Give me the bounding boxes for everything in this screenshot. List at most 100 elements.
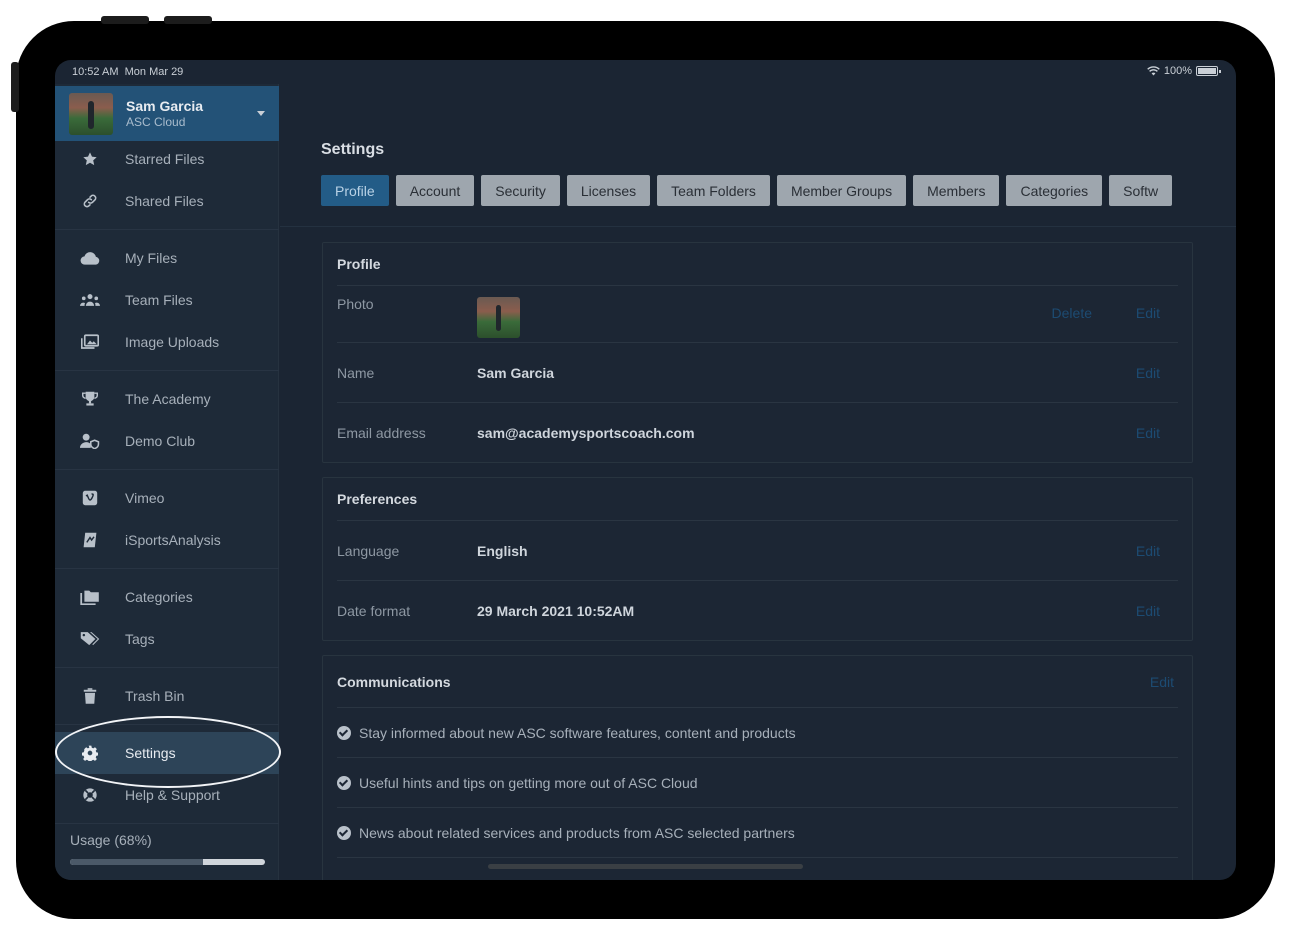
profile-card: Profile Photo Delete Edit Name Sam Garci… [322, 242, 1193, 463]
language-value: English [477, 542, 528, 559]
language-row: Language English Edit [337, 521, 1178, 581]
check-circle-icon [337, 725, 351, 740]
account-subtitle: ASC Cloud [126, 115, 186, 129]
delete-photo-button[interactable]: Delete [1052, 305, 1092, 321]
battery-icon [1196, 66, 1221, 76]
usage-label: Usage (68%) [70, 832, 152, 848]
screen: 10:52 AM Mon Mar 29 100% Sam Garcia ASC … [55, 60, 1236, 880]
user-shield-icon [55, 433, 125, 449]
divider [55, 469, 279, 470]
profile-heading: Profile [337, 243, 1178, 286]
check-circle-icon [337, 825, 351, 840]
tab-profile[interactable]: Profile [321, 175, 389, 206]
tags-icon [55, 631, 125, 647]
communication-option[interactable]: Useful hints and tips on getting more ou… [337, 758, 1178, 808]
sidebar-item-vimeo[interactable]: Vimeo [55, 477, 279, 519]
date-format-row: Date format 29 March 2021 10:52AM Edit [337, 581, 1178, 640]
wifi-icon [1147, 66, 1160, 76]
hardware-button [11, 62, 19, 112]
photo-label: Photo [337, 296, 374, 312]
communication-option[interactable]: Stay informed about new ASC software fea… [337, 708, 1178, 758]
name-row: Name Sam Garcia Edit [337, 343, 1178, 403]
battery-percent: 100% [1163, 65, 1192, 77]
scroll-indicator[interactable] [488, 864, 803, 869]
sidebar-item-the-academy[interactable]: The Academy [55, 378, 279, 420]
divider [55, 229, 279, 230]
date-format-label: Date format [337, 602, 411, 619]
divider [55, 568, 279, 569]
date-format-value: 29 March 2021 10:52AM [477, 602, 635, 619]
account-switcher[interactable]: Sam Garcia ASC Cloud [55, 86, 279, 141]
sidebar-item-demo-club[interactable]: Demo Club [55, 420, 279, 462]
link-icon [55, 193, 125, 209]
preferences-card: Preferences Language English Edit Date f… [322, 477, 1193, 641]
isports-icon [55, 532, 125, 548]
sidebar-item-team-files[interactable]: Team Files [55, 279, 279, 321]
status-bar: 10:52 AM Mon Mar 29 100% [55, 60, 1236, 84]
sidebar-item-settings[interactable]: Settings [55, 732, 279, 774]
name-label: Name [337, 364, 375, 381]
tab-security[interactable]: Security [481, 175, 560, 206]
edit-language-button[interactable]: Edit [1136, 543, 1160, 559]
divider [280, 226, 1236, 227]
vimeo-icon [55, 490, 125, 506]
divider [55, 370, 279, 371]
tab-categories[interactable]: Categories [1006, 175, 1103, 206]
photo-row: Photo Delete Edit [337, 286, 1178, 343]
usage-progress-fill [70, 859, 203, 865]
tab-members[interactable]: Members [913, 175, 1000, 206]
sidebar-item-isportsanalysis[interactable]: iSportsAnalysis [55, 519, 279, 561]
sidebar-item-categories[interactable]: Categories [55, 576, 279, 618]
status-right: 100% [1147, 65, 1221, 77]
check-circle-icon [337, 775, 351, 790]
image-icon [55, 334, 125, 350]
trophy-icon [55, 391, 125, 407]
sidebar-item-help-support[interactable]: Help & Support [55, 774, 279, 816]
sidebar-item-trash-bin[interactable]: Trash Bin [55, 675, 279, 717]
edit-photo-button[interactable]: Edit [1136, 305, 1160, 321]
gear-icon [55, 745, 125, 761]
divider [55, 724, 279, 725]
folders-icon [55, 589, 125, 605]
avatar [69, 92, 113, 135]
communications-card: Communications Edit Stay informed about … [322, 655, 1193, 880]
email-value: sam@academysportscoach.com [477, 424, 695, 441]
page-title: Settings [321, 141, 385, 158]
tab-team-folders[interactable]: Team Folders [657, 175, 770, 206]
edit-name-button[interactable]: Edit [1136, 365, 1160, 381]
preferences-heading: Preferences [337, 478, 1178, 521]
caret-down-icon [257, 111, 265, 116]
tab-account[interactable]: Account [395, 175, 475, 206]
sidebar-item-my-files[interactable]: My Files [55, 237, 279, 279]
status-time: 10:52 AM Mon Mar 29 [72, 66, 184, 78]
edit-email-button[interactable]: Edit [1136, 425, 1160, 441]
account-name: Sam Garcia [126, 98, 204, 114]
sidebar-item-tags[interactable]: Tags [55, 618, 279, 660]
lifebuoy-icon [55, 787, 125, 803]
cloud-icon [55, 250, 125, 266]
divider [55, 667, 279, 668]
divider [55, 823, 279, 824]
sidebar-item-image-uploads[interactable]: Image Uploads [55, 321, 279, 363]
settings-tabs: Profile Account Security Licenses Team Folde… [321, 175, 1195, 206]
hardware-button [101, 16, 149, 24]
name-value: Sam Garcia [477, 364, 555, 381]
communication-option[interactable]: News about related services and products… [337, 808, 1178, 858]
sidebar-item-shared-files[interactable]: Shared Files [55, 180, 279, 222]
hardware-button [164, 16, 212, 24]
profile-photo [477, 296, 520, 338]
edit-date-format-button[interactable]: Edit [1136, 603, 1160, 619]
email-label: Email address [337, 424, 426, 441]
tab-member-groups[interactable]: Member Groups [776, 175, 907, 206]
email-row: Email address sam@academysportscoach.com… [337, 403, 1178, 462]
edit-communications-button[interactable]: Edit [1150, 674, 1174, 690]
star-icon [55, 151, 125, 167]
usage-progress-bar [70, 859, 265, 865]
language-label: Language [337, 542, 400, 559]
trash-icon [55, 688, 125, 704]
sidebar-item-starred-files[interactable]: Starred Files [55, 138, 279, 180]
tab-licenses[interactable]: Licenses [566, 175, 651, 206]
tab-softw[interactable]: Softw [1109, 175, 1173, 206]
communications-heading: Communications Edit [337, 656, 1178, 708]
main-content: Settings Profile Account Security Licenses T… [280, 84, 1236, 880]
